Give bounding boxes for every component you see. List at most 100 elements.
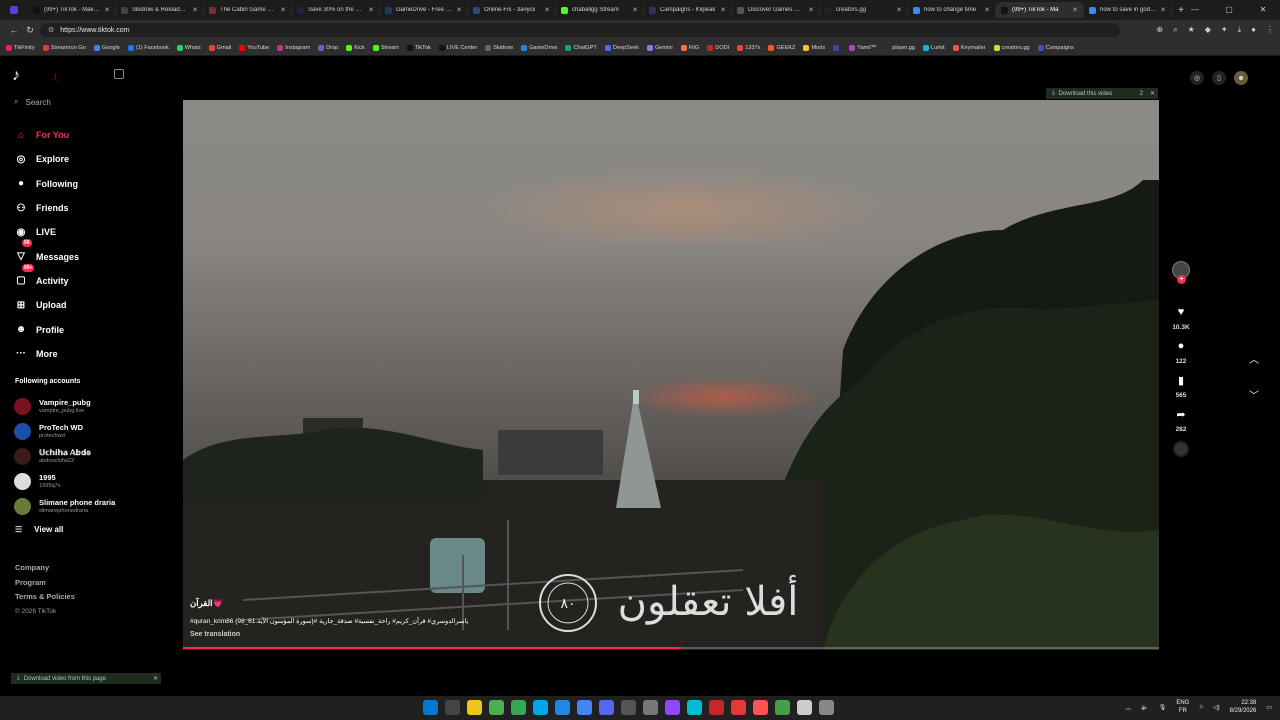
bookmark-item[interactable]: Drop bbox=[318, 44, 338, 51]
bookmark-item[interactable]: Gmail bbox=[208, 44, 231, 51]
tab-close-icon[interactable]: ✕ bbox=[544, 6, 550, 14]
reload-icon[interactable]: ↻ bbox=[22, 25, 38, 36]
bookmark-item[interactable]: Campaigns bbox=[1037, 44, 1074, 51]
video-progress-bar[interactable] bbox=[183, 647, 1159, 649]
taskbar-app-icon[interactable] bbox=[687, 700, 702, 715]
following-account[interactable]: Slimane phone draria slimanephonedraria bbox=[14, 494, 164, 519]
following-account[interactable]: ProTech WD protechwd bbox=[14, 419, 164, 444]
bookmark-item[interactable]: (1) Facebook bbox=[127, 44, 169, 51]
taskbar-app-icon[interactable] bbox=[819, 700, 834, 715]
browser-tab[interactable]: Skidrow & Reloaded G ✕ bbox=[116, 2, 204, 18]
coins-icon[interactable]: ◎ bbox=[1190, 71, 1204, 85]
browser-tab[interactable]: Online-Fix - Зачуск ✕ bbox=[468, 2, 556, 18]
following-account[interactable]: 𝕌𝕔𝕙𝕚𝕙𝕒 𝔸𝕓𝕕𝕠 abdouchiha22 bbox=[14, 444, 164, 469]
bookmark-item[interactable]: Google bbox=[93, 44, 120, 51]
tiktok-logo[interactable]: ♪ bbox=[12, 67, 32, 85]
taskbar-app-icon[interactable] bbox=[643, 700, 658, 715]
extensions-puzzle-icon[interactable]: ✦ bbox=[1221, 25, 1228, 35]
notifications-icon[interactable]: ▭ bbox=[1266, 704, 1272, 711]
bookmark-item[interactable]: Kick bbox=[346, 44, 365, 51]
taskbar-app-icon[interactable] bbox=[467, 700, 482, 715]
share-icon[interactable]: ➦ bbox=[1174, 407, 1188, 421]
minimize-icon[interactable]: — bbox=[1178, 0, 1212, 20]
bookmark-item[interactable]: Whats bbox=[176, 44, 201, 51]
downloads-icon[interactable]: ⤓ bbox=[1238, 25, 1242, 35]
nav-item-profile[interactable]: ☻ Profile bbox=[14, 317, 164, 341]
creator-avatar[interactable]: + bbox=[1172, 261, 1190, 284]
browser-tab[interactable]: how to save in god of ✕ bbox=[1084, 2, 1172, 18]
music-disc-icon[interactable] bbox=[1173, 441, 1189, 457]
tab-close-icon[interactable]: ✕ bbox=[720, 6, 726, 14]
volume-icon[interactable]: 🔈 bbox=[1141, 704, 1148, 711]
bookmark-item[interactable]: Gemini bbox=[646, 44, 673, 51]
nav-item-upload[interactable]: ⊞ Upload bbox=[14, 293, 164, 317]
bookmark-item[interactable]: creators.gg bbox=[993, 44, 1030, 51]
browser-tab[interactable]: GameDrive - Free Do ✕ bbox=[380, 2, 468, 18]
taskbar-app-icon[interactable] bbox=[511, 700, 526, 715]
taskbar-app-icon[interactable] bbox=[445, 700, 460, 715]
bookmark-star-icon[interactable]: ★ bbox=[1188, 25, 1195, 35]
bookmark-item[interactable]: FitG bbox=[680, 44, 699, 51]
browser-app-icon[interactable] bbox=[0, 0, 28, 20]
bookmark-item[interactable]: Yamil™ bbox=[849, 44, 876, 51]
menu-icon[interactable]: ⋮ bbox=[1266, 25, 1274, 35]
extension-icon[interactable]: ◆ bbox=[1205, 25, 1211, 35]
bookmark-item[interactable]: ChatGPT bbox=[565, 44, 597, 51]
browser-tab[interactable]: Save 30% on the cab ✕ bbox=[292, 2, 380, 18]
clock[interactable]: 22:38 8/29/2026 bbox=[1230, 699, 1257, 715]
taskbar-app-icon[interactable] bbox=[665, 700, 680, 715]
chevron-up-icon[interactable]: ︿ bbox=[1249, 351, 1259, 366]
taskbar-app-icon[interactable] bbox=[555, 700, 570, 715]
follow-plus-icon[interactable]: + bbox=[1177, 275, 1186, 284]
bookmark-item[interactable]: TikTok bbox=[406, 44, 431, 51]
browser-tab[interactable]: (99+) TikTok - Ma ✕ bbox=[996, 2, 1084, 18]
tab-close-icon[interactable]: ✕ bbox=[632, 6, 638, 14]
zoom-icon[interactable]: ⌕ bbox=[1173, 25, 1177, 35]
taskbar-app-icon[interactable] bbox=[731, 700, 746, 715]
collapse-sidebar-icon[interactable] bbox=[114, 69, 124, 79]
close-window-icon[interactable]: ✕ bbox=[1246, 0, 1280, 20]
browser-tab[interactable]: chaballgg Stream ✕ bbox=[556, 2, 644, 18]
close-banner-icon[interactable]: ✕ bbox=[153, 675, 161, 682]
nav-item-for-you[interactable]: ⌂ For You bbox=[14, 123, 164, 147]
chevron-down-icon[interactable]: ﹀ bbox=[1249, 387, 1259, 402]
bookmark-item[interactable] bbox=[833, 44, 841, 51]
taskbar-app-icon[interactable] bbox=[753, 700, 768, 715]
user-avatar[interactable]: ☻ bbox=[1234, 71, 1248, 85]
bookmark-item[interactable]: 1337x bbox=[737, 44, 760, 51]
tab-close-icon[interactable]: ✕ bbox=[368, 6, 374, 14]
bookmark-item[interactable]: GameDrive bbox=[521, 44, 557, 51]
download-video-banner[interactable]: ⤓ Download video from this page ✕ bbox=[11, 673, 161, 684]
nav-item-more[interactable]: ··· More bbox=[14, 342, 164, 366]
bookmark-item[interactable]: Skidrow bbox=[485, 44, 513, 51]
search-input[interactable]: ⌕ Search bbox=[14, 97, 51, 107]
following-account[interactable]: Vampire_pubg vampire_pubg.live bbox=[14, 394, 164, 419]
bookmark-item[interactable]: Streamrun Go bbox=[42, 44, 86, 51]
tab-close-icon[interactable]: ✕ bbox=[192, 6, 198, 14]
speaker-icon[interactable]: ◁) bbox=[1213, 704, 1220, 711]
close-banner-icon[interactable]: ✕ bbox=[1150, 90, 1158, 97]
following-account[interactable]: 1995 1995q7x bbox=[14, 469, 164, 494]
bookmark-item[interactable]: Stream bbox=[372, 44, 399, 51]
nav-item-explore[interactable]: ◎ Explore bbox=[14, 147, 164, 171]
back-icon[interactable]: ← bbox=[6, 25, 22, 35]
bookmark-item[interactable]: Lurkit bbox=[923, 44, 945, 51]
tab-close-icon[interactable]: ✕ bbox=[104, 6, 110, 14]
browser-tab[interactable]: The Cabin Game Early ✕ bbox=[204, 2, 292, 18]
taskbar-app-icon[interactable] bbox=[577, 700, 592, 715]
tab-close-icon[interactable]: ✕ bbox=[896, 6, 902, 14]
bookmark-item[interactable]: Instagram bbox=[277, 44, 310, 51]
browser-tab[interactable]: Discover Games with ✕ bbox=[732, 2, 820, 18]
download-this-video-banner[interactable]: ⤓ Download this video 2 ✕ bbox=[1046, 88, 1158, 99]
bookmark-item[interactable]: DODI bbox=[707, 44, 729, 51]
taskbar-app-icon[interactable] bbox=[621, 700, 636, 715]
maximize-icon[interactable]: ▢ bbox=[1212, 0, 1246, 20]
browser-tab[interactable]: Campaigns - Klipeak ✕ bbox=[644, 2, 732, 18]
tab-close-icon[interactable]: ✕ bbox=[1160, 6, 1166, 14]
nav-item-following[interactable]: ● Following bbox=[14, 172, 164, 196]
address-bar[interactable]: ⚙ https://www.tiktok.com bbox=[40, 23, 1120, 37]
tray-chevron-icon[interactable]: ︿ bbox=[1125, 703, 1131, 712]
tab-close-icon[interactable]: ✕ bbox=[808, 6, 814, 14]
view-all-button[interactable]: ☰ View all bbox=[15, 525, 63, 534]
nav-item-activity[interactable]: ▢ 99+ Activity bbox=[14, 263, 164, 293]
